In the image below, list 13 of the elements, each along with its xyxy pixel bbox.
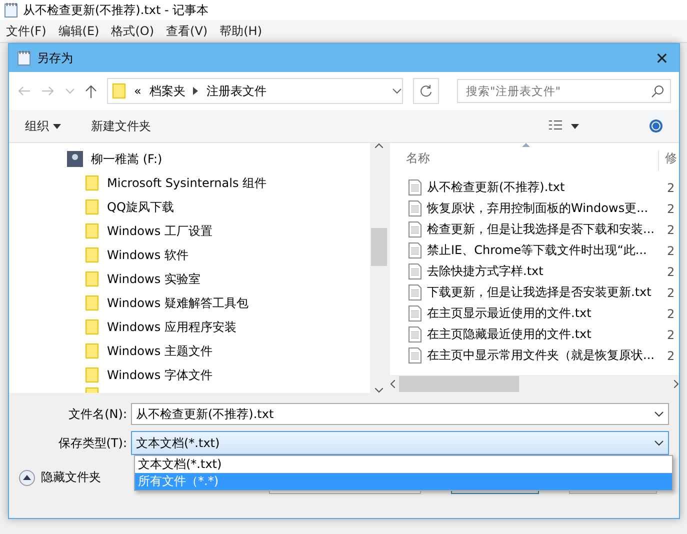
dialog-title: 另存为: [37, 50, 73, 66]
table-cell-text: 2: [667, 348, 676, 362]
table-cell-text: 2: [667, 222, 676, 236]
table-cell-text: 2: [667, 180, 676, 194]
table-cell-text: 2: [667, 202, 676, 216]
table-cell-text: 2: [667, 306, 676, 320]
table-cell-text: 2: [667, 264, 676, 278]
table-cell-text: 2: [667, 244, 676, 258]
field-label: 保存类型(T):: [57, 434, 127, 452]
window-title: 从不检查更新(不推荐).txt - 记事本: [23, 2, 209, 18]
table-cell-text: 2: [667, 328, 676, 342]
table-cell-text: 2: [667, 286, 676, 300]
field-label: 文件名(N):: [68, 406, 127, 422]
